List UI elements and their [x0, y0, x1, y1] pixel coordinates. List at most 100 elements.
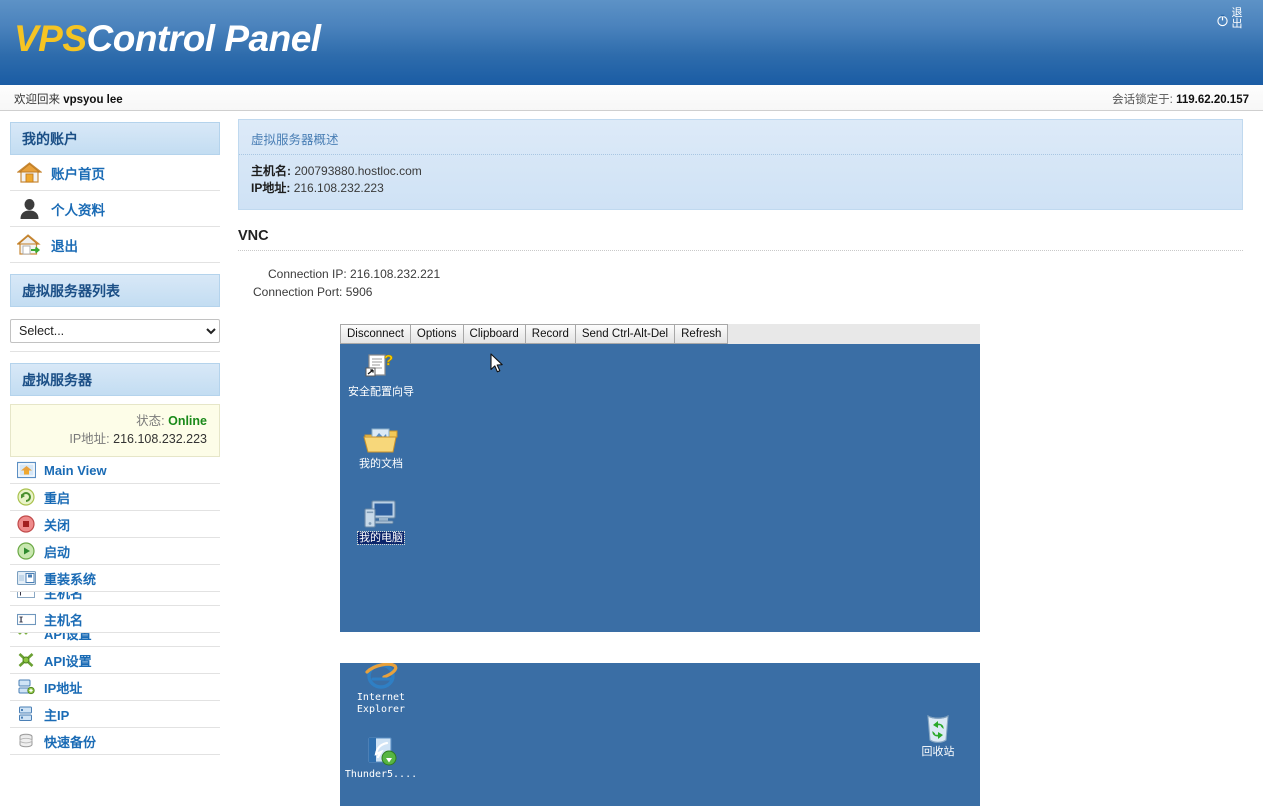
internet-explorer-icon: [342, 663, 420, 690]
desktop-icon-my-documents[interactable]: 我的文档: [342, 422, 420, 470]
vnc-record-button[interactable]: Record: [524, 324, 575, 344]
status-row: 状态: Online: [11, 412, 207, 430]
welcome-message: 欢迎回来 vpsyou lee: [14, 91, 123, 107]
recycle-bin-icon: [899, 710, 977, 744]
sidebar-item-account-home[interactable]: 账户首页: [10, 155, 220, 191]
account-nav-list: 账户首页 个人资料 退出: [10, 155, 220, 263]
sidebar-item-hostname[interactable]: 主机名: [10, 606, 220, 633]
backup-icon: [16, 731, 36, 751]
panel-title-server-list: 虚拟服务器列表: [10, 274, 220, 307]
overview-ip-line: IP地址: 216.108.232.223: [239, 180, 1242, 197]
server-nav-list: Main View 重启 关闭 启动 重装系统: [10, 457, 220, 592]
divider: [10, 351, 220, 352]
sidebar-item-shutdown[interactable]: 关闭: [10, 511, 220, 538]
welcome-bar: 欢迎回来 vpsyou lee 会话锁定于: 119.62.20.157: [0, 85, 1263, 111]
brand-control-panel: Control Panel: [86, 18, 322, 59]
sidebar-item-label: API设置: [44, 653, 92, 669]
vnc-desktop-bottom[interactable]: Internet Explorer Thunder5.... 回收站: [340, 663, 980, 806]
security-wizard-icon: ?: [342, 350, 420, 384]
sidebar-item-restart[interactable]: 重启: [10, 484, 220, 511]
sidebar-item-label: 主机名: [44, 592, 84, 601]
sidebar-item-label: 启动: [44, 544, 71, 560]
my-computer-icon: [342, 496, 420, 530]
sidebar-item-profile[interactable]: 个人资料: [10, 191, 220, 227]
main-ip-icon: [16, 704, 36, 724]
sidebar: 我的账户 账户首页 个人资料 退出 虚拟服务器列表 Select... 虚拟服务…: [0, 111, 230, 806]
desktop-icon-label: Thunder5....: [344, 769, 418, 780]
power-icon: [1216, 14, 1229, 27]
desktop-icon-label: 回收站: [921, 746, 955, 758]
server-nav-list-2: 主机名: [10, 606, 220, 633]
sidebar-item-api-settings[interactable]: API设置: [10, 647, 220, 674]
overview-ip-value: 216.108.232.223: [293, 181, 384, 195]
desktop-icon-recycle-bin[interactable]: 回收站: [899, 710, 977, 758]
sidebar-item-label: 重启: [44, 490, 71, 506]
desktop-icon-internet-explorer[interactable]: Internet Explorer: [342, 663, 420, 716]
sidebar-item-main-ip[interactable]: 主IP: [10, 701, 220, 728]
mouse-pointer-icon: [490, 353, 504, 379]
app-logo: VPSControl Panel: [14, 18, 321, 60]
sidebar-item-main-view[interactable]: Main View: [10, 457, 220, 484]
desktop-icon-label: 安全配置向导: [348, 386, 414, 398]
vnc-toolbar: Disconnect Options Clipboard Record Send…: [340, 324, 980, 344]
header-logout-label: 退出: [1231, 7, 1243, 30]
desktop-icon-security-wizard[interactable]: ? 安全配置向导: [342, 350, 420, 398]
vnc-connection-port: Connection Port: 5906: [253, 285, 373, 299]
sidebar-item-label: API设置: [44, 633, 92, 642]
sidebar-item-hostname-partial[interactable]: 主机名: [10, 592, 220, 606]
sidebar-item-start[interactable]: 启动: [10, 538, 220, 565]
sidebar-item-label: 退出: [51, 238, 78, 254]
user-icon: [16, 196, 42, 222]
overview-hostname-label: 主机名:: [251, 164, 291, 178]
shutdown-icon: [16, 514, 36, 534]
sidebar-item-logout[interactable]: 退出: [10, 227, 220, 263]
server-nav-list-3: API设置 IP地址 主IP 快速备份: [10, 647, 220, 755]
session-lock-ip: 119.62.20.157: [1176, 94, 1249, 106]
sidebar-item-ip-address[interactable]: IP地址: [10, 674, 220, 701]
server-select[interactable]: Select...: [10, 319, 220, 343]
welcome-username: vpsyou lee: [63, 94, 123, 106]
restart-icon: [16, 487, 36, 507]
welcome-greeting: 欢迎回来: [14, 94, 60, 106]
desktop-icon-my-computer[interactable]: 我的电脑: [342, 496, 420, 545]
api-icon: [16, 650, 36, 670]
overview-hostname-value: 200793880.hostloc.com: [294, 164, 422, 178]
vnc-section-title: VNC: [238, 228, 1243, 251]
server-status-box: 状态: Online IP地址: 216.108.232.223: [10, 404, 220, 457]
sidebar-item-api-partial[interactable]: API设置: [10, 633, 220, 647]
panel-title-virtual-server: 虚拟服务器: [10, 363, 220, 396]
sidebar-item-quick-backup[interactable]: 快速备份: [10, 728, 220, 755]
vnc-clipboard-button[interactable]: Clipboard: [462, 324, 525, 344]
sidebar-item-label: Main View: [44, 462, 107, 478]
vnc-refresh-button[interactable]: Refresh: [674, 324, 729, 344]
sidebar-item-label: 主IP: [44, 707, 70, 723]
reinstall-icon: [16, 568, 36, 588]
server-select-wrapper: Select...: [10, 319, 220, 343]
sidebar-item-reinstall[interactable]: 重装系统: [10, 565, 220, 592]
desktop-icon-label: Internet Explorer: [356, 692, 406, 715]
main-content: 虚拟服务器概述 主机名: 200793880.hostloc.com IP地址:…: [230, 111, 1263, 806]
vnc-connection-ip: Connection IP: 216.108.232.221: [268, 267, 441, 281]
session-lock-label: 会话锁定于:: [1112, 94, 1173, 106]
panel-title-my-account: 我的账户: [10, 122, 220, 155]
svg-text:?: ?: [384, 352, 393, 369]
vnc-disconnect-button[interactable]: Disconnect: [340, 324, 410, 344]
home-icon: [16, 160, 42, 186]
desktop-icon-thunder[interactable]: Thunder5....: [342, 733, 420, 781]
overview-hostname-line: 主机名: 200793880.hostloc.com: [239, 163, 1242, 180]
vnc-connection-info: Connection IP: 216.108.232.221 Connectio…: [230, 265, 1263, 301]
sidebar-item-label: 重装系统: [44, 571, 97, 587]
header-logout-button[interactable]: 退出: [1216, 8, 1243, 30]
logout-home-icon: [16, 232, 42, 258]
vnc-options-button[interactable]: Options: [409, 324, 463, 344]
overview-ip-label: IP地址:: [251, 181, 291, 195]
desktop-icon-label: 我的文档: [359, 458, 403, 470]
app-header: VPSControl Panel 退出: [0, 0, 1263, 85]
thunder-icon: [342, 733, 420, 767]
vnc-send-ctrl-alt-del-button[interactable]: Send Ctrl-Alt-Del: [574, 324, 675, 344]
status-ip-label: IP地址:: [69, 432, 110, 446]
status-ip-value: 216.108.232.223: [113, 432, 207, 446]
vnc-desktop-top[interactable]: ? 安全配置向导 我的文档 我的电脑: [340, 344, 980, 632]
hostname-icon: [16, 609, 36, 629]
start-icon: [16, 541, 36, 561]
